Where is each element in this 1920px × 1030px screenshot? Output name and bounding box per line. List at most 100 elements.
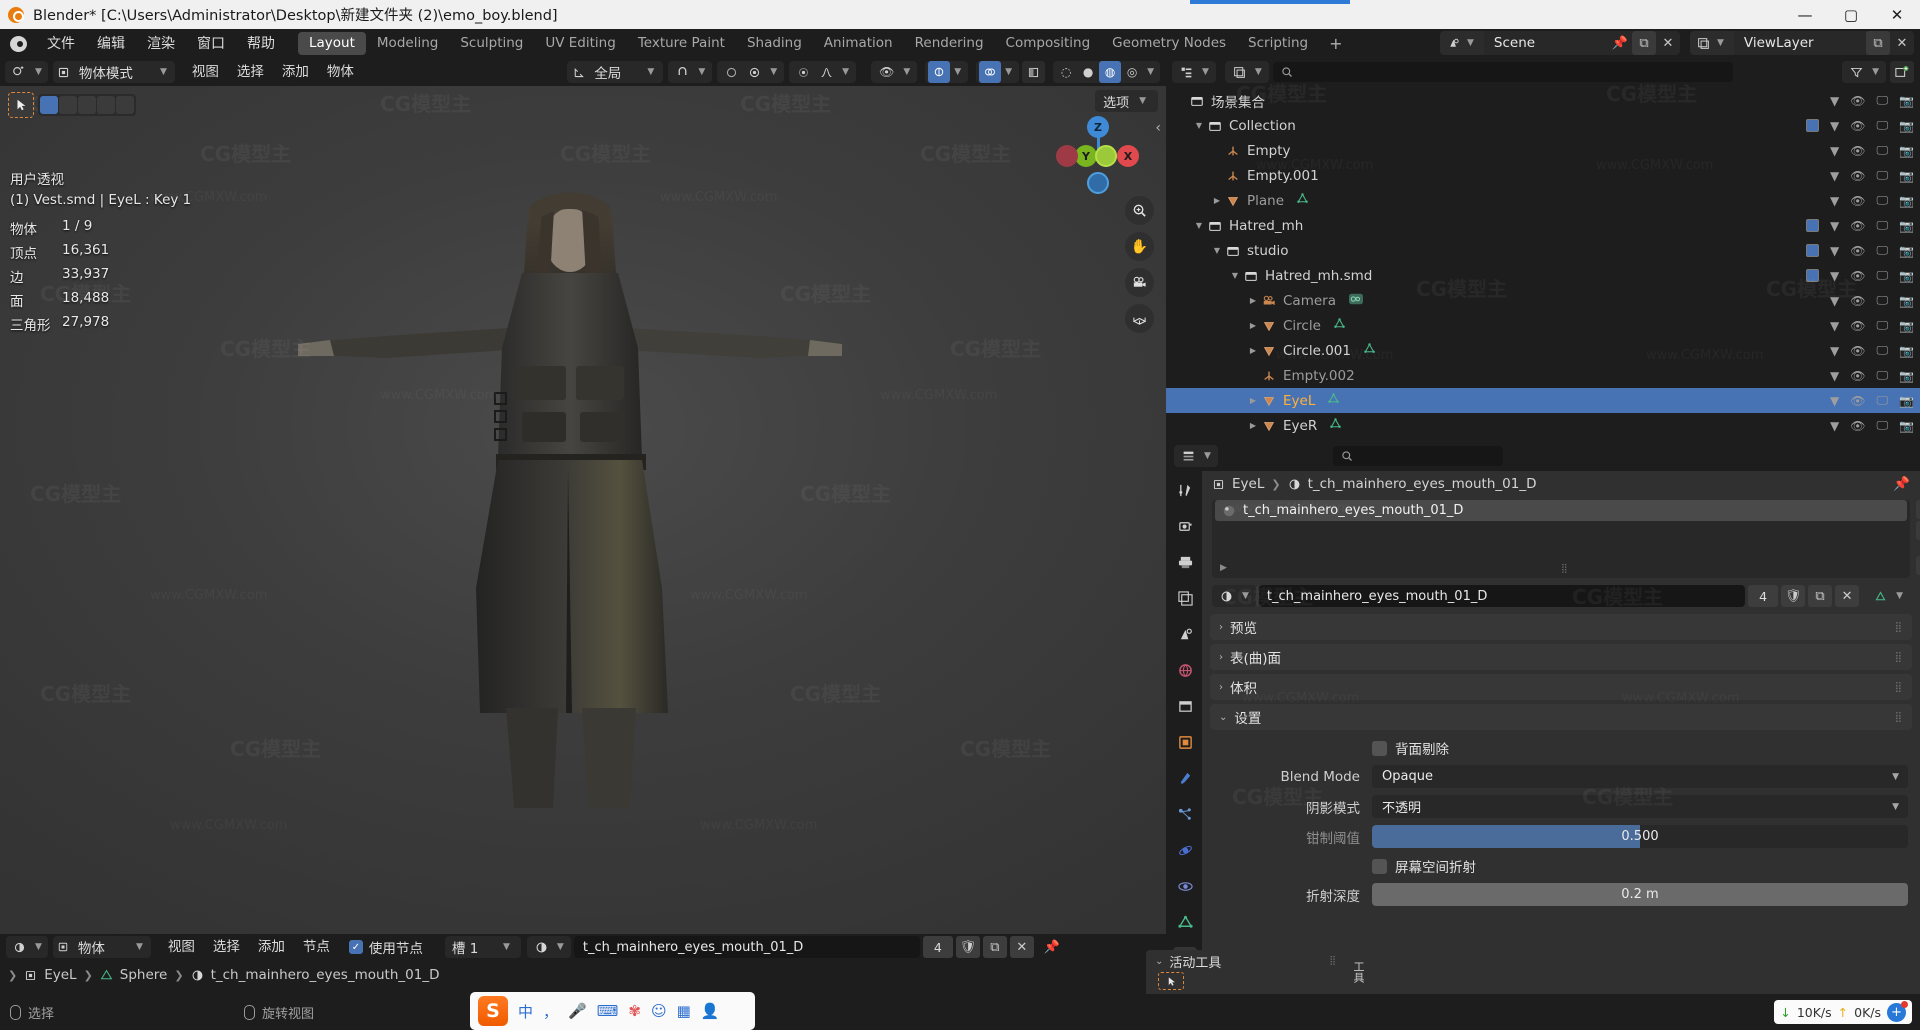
outliner-row-场景集合[interactable]: 场景集合 ▼ 👁 🖵 📷 — [1166, 88, 1920, 113]
minimize-button[interactable]: — — [1782, 0, 1828, 29]
material-slot-list[interactable]: t_ch_mainhero_eyes_mouth_01_D ▶ ⣿ + − ⌄ — [1212, 500, 1920, 578]
eye-icon[interactable]: 👁 — [1850, 294, 1865, 308]
falloff-sphere-icon[interactable] — [792, 61, 816, 83]
outliner-row-toggles[interactable]: ▼ 👁 🖵 📷 — [1830, 418, 1914, 433]
outliner-icon[interactable] — [1175, 61, 1198, 83]
ime-toolbar[interactable]: S 中 ， 🎤 ⌨ ✾ ☺ ▦ 👤 — [470, 992, 755, 1030]
outliner-row-toggles[interactable]: ▼ 👁 🖵 📷 — [1830, 343, 1914, 358]
outliner-row-eyel[interactable]: ▶ EyeL ▼ 👁 🖵 📷 — [1166, 388, 1920, 413]
person-icon[interactable]: 👤 — [701, 1002, 720, 1020]
checkbox-icon[interactable] — [1806, 244, 1819, 257]
tab-object[interactable] — [1173, 731, 1197, 753]
eye-icon[interactable]: 👁 — [1850, 169, 1865, 183]
outliner-row-toggles[interactable]: ▼ 👁 🖵 📷 — [1806, 118, 1914, 133]
disclosure-triangle-icon[interactable]: ▼ — [1210, 246, 1224, 255]
camera-render-icon[interactable]: 📷 — [1899, 244, 1914, 258]
workspace-tab-texture-paint[interactable]: Texture Paint — [627, 32, 736, 55]
screen-icon[interactable]: 🖵 — [1876, 268, 1888, 283]
mesh-data-icon[interactable] — [1327, 392, 1340, 409]
snap-controls[interactable]: ▼ — [668, 61, 713, 83]
delete-viewlayer-icon[interactable]: ✕ — [1890, 31, 1914, 55]
snap-magnet-icon[interactable] — [671, 61, 695, 83]
material-slot-selector[interactable]: 槽 1 ▼ — [444, 936, 521, 958]
material-sphere-icon[interactable] — [529, 936, 553, 958]
material-name-field[interactable]: t_ch_mainhero_eyes_mouth_01_D — [1258, 585, 1746, 607]
eye-icon[interactable]: 👁 — [1850, 194, 1865, 208]
camera-render-icon[interactable]: 📷 — [1899, 144, 1914, 158]
shader-material-name-field[interactable]: t_ch_mainhero_eyes_mouth_01_D — [573, 936, 920, 958]
chevron-right-icon[interactable]: › — [1219, 682, 1223, 693]
falloff-curve-icon[interactable] — [815, 61, 839, 83]
active-tool-panel[interactable]: ⌄ 活动工具 ⣿ 工具 — [1146, 950, 1368, 994]
mic-icon[interactable]: 🎤 — [568, 1002, 587, 1020]
material-specials-button[interactable]: ⌄ — [1916, 556, 1920, 575]
checkbox-icon[interactable] — [1806, 269, 1819, 282]
chevron-down-icon[interactable]: ⌄ — [1155, 956, 1163, 967]
scene-selector[interactable]: ▼ Scene 📌 ⧉ ✕ — [1440, 31, 1680, 55]
filter-arrow-icon[interactable]: ▼ — [1830, 369, 1839, 383]
viewport-menu-选择[interactable]: 选择 — [228, 61, 273, 83]
mesh-data-icon[interactable] — [1329, 417, 1342, 434]
overlays-toggle-icon[interactable] — [979, 61, 1002, 83]
screen-icon[interactable]: 🖵 — [1876, 293, 1888, 308]
active-tool-icon[interactable] — [1158, 972, 1184, 990]
gizmo-z-positive[interactable]: Z — [1087, 116, 1109, 138]
unlink-material-icon[interactable]: ✕ — [1835, 585, 1860, 607]
panel-grip[interactable]: ⣿ — [1895, 652, 1903, 663]
active-tool-side-tab[interactable]: 工具 — [1348, 950, 1368, 994]
viewport-nav-buttons[interactable]: ✋ — [1125, 196, 1154, 333]
tab-object-data[interactable] — [1173, 911, 1197, 933]
viewlayer-dropdown-icon[interactable]: ▼ — [1690, 31, 1734, 55]
filter-arrow-icon[interactable]: ▼ — [1830, 194, 1839, 208]
shader-material-users[interactable]: 4 — [922, 936, 953, 958]
camera-render-icon[interactable]: 📷 — [1899, 419, 1914, 433]
backface-culling-row[interactable]: 背面剔除 — [1214, 738, 1908, 758]
camera-render-icon[interactable]: 📷 — [1899, 294, 1914, 308]
screen-icon[interactable]: 🖵 — [1876, 343, 1888, 358]
shading-mode-controls[interactable]: ◌ ● ◍ ◎ ▼ — [1053, 61, 1160, 83]
outliner-editor-type[interactable]: ▼ — [1172, 61, 1216, 83]
properties-icon[interactable] — [1177, 445, 1200, 467]
outliner-row-toggles[interactable]: ▼ 👁 🖵 📷 — [1830, 168, 1914, 183]
shader-menu-添加[interactable]: 添加 — [249, 936, 294, 958]
interaction-mode-selector[interactable]: 物体模式 ▼ — [52, 61, 175, 83]
viewport-menu-添加[interactable]: 添加 — [273, 61, 318, 83]
filter-arrow-icon[interactable]: ▼ — [1830, 119, 1839, 133]
screen-refraction-checkbox[interactable] — [1372, 858, 1387, 874]
workspace-tab-animation[interactable]: Animation — [813, 32, 904, 55]
outliner-row-empty-001[interactable]: Empty.001 ▼ 👁 🖵 📷 — [1166, 163, 1920, 188]
shader-menu-节点[interactable]: 节点 — [294, 936, 339, 958]
screen-icon[interactable]: 🖵 — [1876, 218, 1888, 233]
network-speed-indicator[interactable]: ↓ 10K/s ↑ 0K/s + — [1774, 1000, 1912, 1024]
tab-tool[interactable] — [1173, 479, 1197, 501]
duplicate-material-icon[interactable]: ⧉ — [982, 936, 1007, 958]
pin-icon[interactable]: 📌 — [1608, 31, 1632, 55]
sogou-logo-icon[interactable]: S — [478, 996, 508, 1026]
outliner-row-empty-002[interactable]: Empty.002 ▼ 👁 🖵 📷 — [1166, 363, 1920, 388]
workspace-tab-geometry-nodes[interactable]: Geometry Nodes — [1101, 32, 1237, 55]
proportional-edit-icon[interactable] — [720, 61, 744, 83]
tab-world[interactable] — [1173, 659, 1197, 681]
filter-arrow-icon[interactable]: ▼ — [1830, 169, 1839, 183]
workspace-tab-modeling[interactable]: Modeling — [366, 32, 449, 55]
disclosure-triangle-icon[interactable]: ▶ — [1246, 346, 1260, 355]
outliner-search-input[interactable] — [1272, 62, 1733, 82]
scene-name[interactable]: Scene — [1484, 35, 1608, 51]
workspace-tab-shading[interactable]: Shading — [736, 32, 813, 55]
pin-icon[interactable]: 📌 — [1040, 936, 1064, 958]
workspace-tab-scripting[interactable]: Scripting — [1237, 32, 1319, 55]
eye-icon[interactable]: 👁 — [1850, 144, 1865, 158]
filter-arrow-icon[interactable]: ▼ — [1830, 94, 1839, 108]
wireframe-shading-icon[interactable]: ◌ — [1055, 61, 1078, 83]
outliner-row-collection[interactable]: ▼ Collection ▼ 👁 🖵 📷 — [1166, 113, 1920, 138]
list-grip[interactable]: ⣿ — [1561, 564, 1569, 574]
breadcrumb-material[interactable]: t_ch_mainhero_eyes_mouth_01_D — [211, 967, 440, 983]
gizmo-x-negative[interactable] — [1056, 145, 1078, 167]
visibility-controls[interactable]: 👁 ▼ — [871, 61, 918, 83]
mesh-data-icon[interactable] — [1869, 585, 1892, 607]
breadcrumb-object[interactable]: EyeL — [44, 967, 76, 983]
workspace-tab-sculpting[interactable]: Sculpting — [449, 32, 534, 55]
tab-render[interactable] — [1173, 515, 1197, 537]
outliner-row-toggles[interactable]: ▼ 👁 🖵 📷 — [1806, 243, 1914, 258]
checkbox-icon[interactable] — [1806, 119, 1819, 132]
